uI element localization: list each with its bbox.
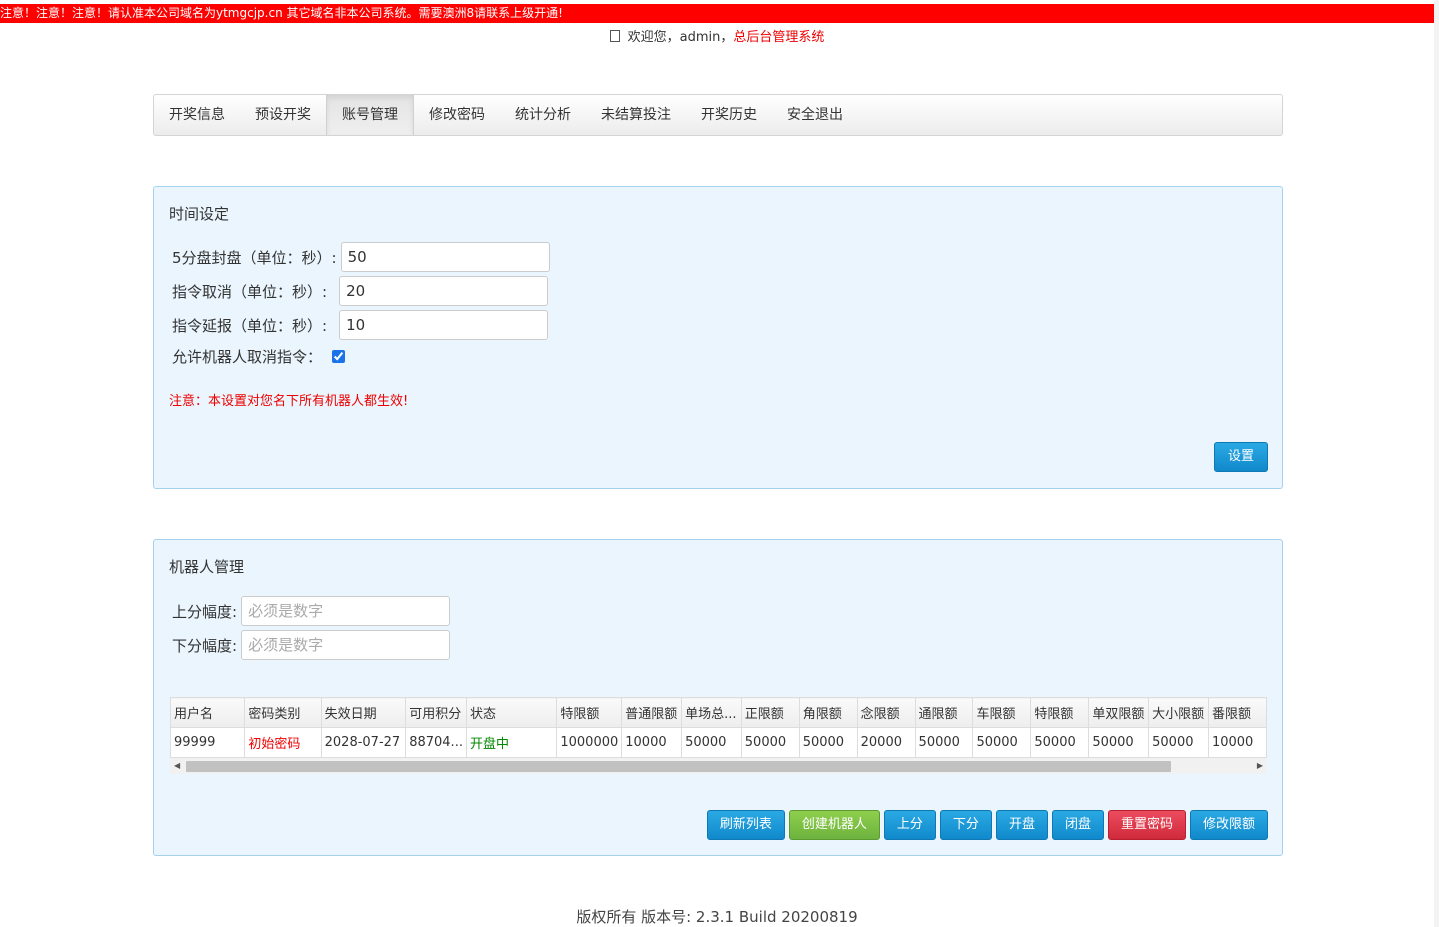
tab-logout[interactable]: 安全退出 — [772, 95, 858, 135]
cell-limit: 20000 — [856, 727, 916, 758]
footer-version: 版权所有 版本号: 2.3.1 Build 20200819 — [576, 908, 858, 926]
cell-status: 开盘中 — [465, 727, 558, 758]
cell-limit: 50000 — [972, 727, 1032, 758]
create-robot-button[interactable]: 创建机器人 — [788, 810, 880, 840]
tab-statistics[interactable]: 统计分析 — [500, 95, 586, 135]
cell-limit: 50000 — [1030, 727, 1090, 758]
robot-action-buttons: 刷新列表 创建机器人 上分 下分 开盘 闭盘 重置密码 修改限额 — [706, 810, 1268, 840]
robot-cancel-label: 允许机器人取消指令： — [172, 348, 323, 366]
time-settings-panel: 时间设定 5分盘封盘（单位：秒）: 指令取消（单位：秒）: 指令延报（单位：秒）… — [153, 186, 1283, 489]
column-header[interactable]: 特限额 — [1030, 697, 1090, 728]
cell-limit: 50000 — [1088, 727, 1150, 758]
cancel-time-row: 指令取消（单位：秒）: — [172, 276, 549, 306]
seal-time-label: 5分盘封盘（单位：秒）: — [172, 248, 337, 267]
table-header-row: 用户名 密码类别 失效日期 可用积分 状态 特限额 普通限额 单场总... 正限… — [170, 697, 1267, 728]
column-header[interactable]: 车限额 — [972, 697, 1032, 728]
cell-limit: 50000 — [798, 727, 858, 758]
column-header[interactable]: 念限额 — [856, 697, 916, 728]
column-header[interactable]: 大小限额 — [1148, 697, 1209, 728]
column-header[interactable]: 用户名 — [170, 697, 246, 728]
time-settings-title: 时间设定 — [169, 205, 230, 223]
tab-unsettled-bets[interactable]: 未结算投注 — [586, 95, 686, 135]
cell-limit: 10000 — [1207, 727, 1267, 758]
column-header[interactable]: 普通限额 — [621, 697, 683, 728]
set-button[interactable]: 设置 — [1214, 442, 1268, 472]
column-header[interactable]: 密码类别 — [244, 697, 322, 728]
column-header[interactable]: 通限额 — [914, 697, 974, 728]
horizontal-scrollbar[interactable]: ◀ ▶ — [170, 758, 1267, 774]
remove-points-button[interactable]: 下分 — [939, 810, 992, 840]
system-name: 总后台管理系统 — [733, 30, 825, 45]
column-header[interactable]: 单场总... — [681, 697, 742, 728]
cell-limit: 10000 — [621, 727, 683, 758]
tab-draw-history[interactable]: 开奖历史 — [686, 95, 772, 135]
robot-table: 用户名 密码类别 失效日期 可用积分 状态 特限额 普通限额 单场总... 正限… — [170, 697, 1267, 758]
cell-limit: 50000 — [740, 727, 800, 758]
cancel-time-label: 指令取消（单位：秒）: — [172, 282, 328, 301]
tab-draw-info[interactable]: 开奖信息 — [154, 95, 240, 135]
refresh-list-button[interactable]: 刷新列表 — [706, 810, 785, 840]
add-points-button[interactable]: 上分 — [883, 810, 936, 840]
column-header[interactable]: 状态 — [465, 697, 558, 728]
cell-limit: 50000 — [681, 727, 742, 758]
delay-time-row: 指令延报（单位：秒）: — [172, 310, 549, 340]
column-header[interactable]: 特限额 — [556, 697, 623, 728]
up-amount-input[interactable] — [241, 596, 451, 626]
seal-time-row: 5分盘封盘（单位：秒）: — [172, 242, 550, 272]
scroll-right-icon[interactable]: ▶ — [1257, 761, 1263, 770]
scrollbar-thumb[interactable] — [186, 761, 1171, 772]
robot-management-title: 机器人管理 — [169, 558, 245, 576]
cell-limit: 50000 — [1148, 727, 1209, 758]
robot-cancel-checkbox[interactable] — [332, 350, 346, 363]
column-header[interactable]: 番限额 — [1207, 697, 1267, 728]
seal-time-input[interactable] — [340, 242, 550, 272]
welcome-bar: 欢迎您，admin，总后台管理系统 — [0, 26, 1434, 45]
cancel-time-input[interactable] — [339, 276, 549, 306]
tab-preset-draw[interactable]: 预设开奖 — [240, 95, 326, 135]
window-edge — [1434, 0, 1439, 927]
up-amount-row: 上分幅度: — [172, 596, 451, 626]
column-header[interactable]: 单双限额 — [1088, 697, 1150, 728]
down-amount-input[interactable] — [241, 630, 451, 660]
open-market-button[interactable]: 开盘 — [995, 810, 1048, 840]
cell-available-points: 88704... — [405, 727, 467, 758]
column-header[interactable]: 失效日期 — [320, 697, 407, 728]
up-amount-label: 上分幅度: — [172, 602, 238, 621]
column-header[interactable]: 可用积分 — [405, 697, 467, 728]
cell-password-type: 初始密码 — [244, 727, 322, 758]
cell-limit: 1000000 — [556, 727, 623, 758]
cell-limit: 50000 — [914, 727, 974, 758]
modify-limits-button[interactable]: 修改限额 — [1189, 810, 1268, 840]
robot-cancel-row: 允许机器人取消指令： — [172, 346, 346, 367]
scroll-left-icon[interactable]: ◀ — [174, 761, 180, 770]
reset-password-button[interactable]: 重置密码 — [1107, 810, 1186, 840]
down-amount-row: 下分幅度: — [172, 630, 451, 660]
robot-table-container: 用户名 密码类别 失效日期 可用积分 状态 特限额 普通限额 单场总... 正限… — [170, 697, 1267, 775]
delay-time-input[interactable] — [339, 310, 549, 340]
main-nav: 开奖信息 预设开奖 账号管理 修改密码 统计分析 未结算投注 开奖历史 安全退出 — [153, 94, 1283, 136]
welcome-text: 欢迎您，admin， — [627, 30, 734, 45]
delay-time-label: 指令延报（单位：秒）: — [172, 316, 328, 335]
tab-change-password[interactable]: 修改密码 — [414, 95, 500, 135]
user-icon — [609, 30, 620, 42]
settings-warning: 注意：本设置对您名下所有机器人都生效! — [169, 394, 409, 409]
column-header[interactable]: 角限额 — [798, 697, 858, 728]
column-header[interactable]: 正限额 — [740, 697, 800, 728]
cell-username: 99999 — [170, 727, 246, 758]
table-row[interactable]: 99999 初始密码 2028-07-27 88704... 开盘中 10000… — [170, 727, 1267, 758]
cell-expiry-date: 2028-07-27 — [320, 727, 407, 758]
tab-account-management[interactable]: 账号管理 — [326, 95, 414, 135]
domain-notice-banner: 注意！注意！注意！请认准本公司域名为ytmgcjp.cn 其它域名非本公司系统。… — [0, 4, 1434, 23]
robot-management-panel: 机器人管理 上分幅度: 下分幅度: 用户名 密码类别 失效日期 可用积分 状态 — [153, 539, 1283, 856]
close-market-button[interactable]: 闭盘 — [1051, 810, 1104, 840]
down-amount-label: 下分幅度: — [172, 636, 238, 655]
